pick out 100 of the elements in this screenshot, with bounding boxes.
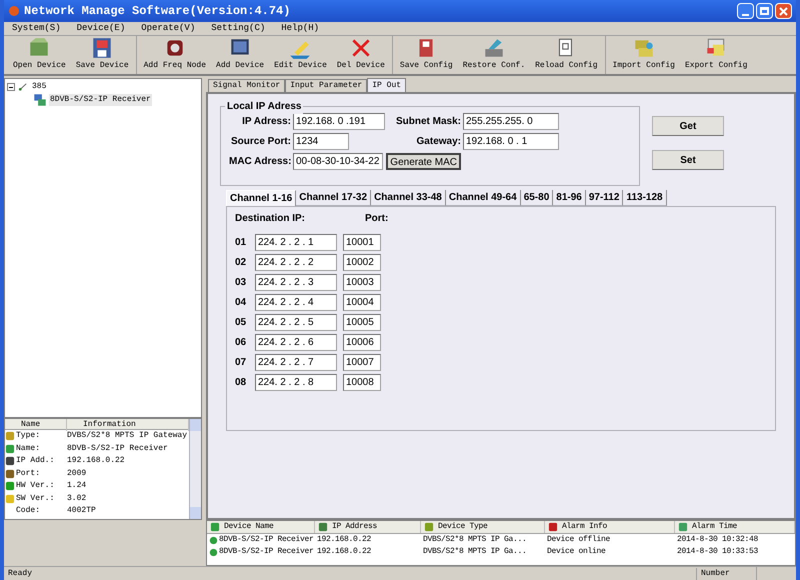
channel-tab[interactable]: Channel 1-16 — [226, 190, 296, 206]
input-field[interactable]: 224. 2 . 2 . 1 — [255, 234, 337, 251]
column-header: Port: — [365, 212, 388, 226]
table-cell-text: 1.24 — [67, 480, 88, 492]
row-number: 03 — [235, 276, 248, 290]
toolbar-button[interactable]: Del Device — [332, 36, 390, 74]
channel-tab[interactable]: Channel 49-64 — [446, 190, 521, 206]
table-cell: DVBS/S2*8 MPTS IP Ga... — [423, 534, 527, 546]
computer-icon — [33, 93, 47, 107]
status-text: Number — [696, 568, 756, 580]
input-field[interactable]: 00-08-30-10-34-22 — [293, 153, 384, 170]
table-cell: Port: — [16, 468, 40, 480]
field-label: MAC Adress: — [229, 155, 291, 169]
toolbar-button[interactable]: Import Config — [608, 36, 680, 74]
channel-tab[interactable]: 113-128 — [623, 190, 667, 206]
input-field[interactable]: 224. 2 . 2 . 6 — [255, 334, 337, 351]
menu-item[interactable]: Help(H) — [281, 22, 320, 36]
input-field[interactable]: 192.168. 0 .191 — [293, 113, 385, 130]
row-number: 07 — [235, 356, 248, 370]
channel-tab[interactable]: 81-96 — [553, 190, 586, 206]
tree-item[interactable]: 8DVB-S/S2-IP Receiver — [49, 94, 152, 106]
input-field[interactable]: 10001 — [343, 234, 381, 251]
tab[interactable]: Signal Monitor — [208, 79, 286, 92]
channel-tab[interactable]: 97-112 — [586, 190, 624, 206]
menu-item[interactable]: Setting(C) — [211, 22, 266, 36]
input-field[interactable]: 224. 2 . 2 . 8 — [255, 374, 337, 391]
column-header[interactable]: IP Address — [332, 521, 378, 533]
maximize-button[interactable] — [756, 3, 773, 19]
toolbar-button[interactable]: Open Device — [8, 36, 71, 74]
row-number: 02 — [235, 256, 248, 270]
input-field[interactable]: 10006 — [343, 334, 381, 351]
table-cell: HW Ver.: — [16, 480, 54, 492]
table-cell: Type: — [16, 430, 40, 442]
column-header[interactable]: Device Name — [224, 521, 274, 533]
generate-mac-button[interactable]: Generate MAC — [386, 153, 461, 170]
table-cell: 8DVB-S/S2-IP Receiver — [219, 546, 314, 558]
window-title: Network Manage Software(Version:4.74) — [24, 3, 290, 20]
input-field[interactable]: 192.168. 0 . 1 — [463, 133, 559, 150]
input-field[interactable]: 224. 2 . 2 . 7 — [255, 354, 337, 371]
minimize-button[interactable] — [737, 3, 754, 19]
menu-item[interactable]: System(S) — [12, 22, 61, 36]
tab[interactable]: Input Parameter — [285, 79, 368, 92]
table-cell: Device online — [547, 546, 606, 558]
row-number: 04 — [235, 296, 248, 310]
input-field[interactable]: 10008 — [343, 374, 381, 391]
column-header[interactable]: Device Type — [438, 521, 488, 533]
channel-tab[interactable]: Channel 33-48 — [371, 190, 446, 206]
table-cell-text: 8DVB-S/S2-IP Receiver — [67, 442, 169, 455]
input-field[interactable]: 10004 — [343, 294, 381, 311]
column-header: Destination IP: — [235, 212, 306, 226]
toolbar-button[interactable]: Save Device — [70, 36, 134, 74]
column-header[interactable]: Name — [5, 419, 67, 431]
table-cell: 2014-8-30 10:33:53 — [677, 546, 758, 558]
menu-item[interactable]: Operate(V) — [141, 22, 196, 36]
expander-icon[interactable] — [7, 83, 15, 91]
toolbar-button[interactable]: Add Freq Node — [138, 36, 212, 74]
tab[interactable]: IP Out — [367, 78, 406, 92]
channel-tab[interactable]: Channel 17-32 — [296, 190, 372, 206]
input-field[interactable]: 10002 — [343, 254, 381, 271]
tree-item[interactable]: 385 — [31, 81, 48, 93]
toolbar-button[interactable]: Save Config — [394, 36, 458, 74]
input-field[interactable]: 224. 2 . 2 . 4 — [255, 294, 337, 311]
group-title: Local IP Adress — [225, 99, 304, 114]
table-cell-text: DVBS/S2*8 MPTS IP Gateway — [67, 430, 188, 442]
toolbar-button[interactable]: Add Device — [211, 36, 270, 74]
column-header[interactable]: Alarm Info — [562, 521, 608, 533]
table-cell: 192.168.0.22 — [317, 546, 372, 558]
input-field[interactable]: 224. 2 . 2 . 2 — [255, 254, 337, 271]
toolbar-button[interactable]: Edit Device — [269, 36, 332, 74]
toolbar-button[interactable]: Reload Config — [530, 36, 603, 74]
table-cell: 2014-8-30 10:32:48 — [677, 534, 758, 546]
input-field[interactable]: 224. 2 . 2 . 3 — [255, 274, 337, 291]
input-field[interactable]: 1234 — [293, 133, 349, 150]
toolbar-button[interactable]: Export Config — [680, 36, 752, 74]
menu-item[interactable]: Device(E) — [76, 22, 126, 36]
action-button[interactable]: Get — [652, 116, 724, 136]
row-number: 08 — [235, 376, 248, 390]
close-icon — [779, 6, 788, 16]
field-label: Source Port: — [230, 135, 291, 149]
table-cell-text: 3.02 — [67, 492, 88, 505]
input-field[interactable]: 255.255.255. 0 — [463, 113, 559, 130]
channel-tab[interactable]: 65-80 — [520, 190, 554, 206]
action-button[interactable]: Set — [652, 150, 724, 170]
table-cell: IP Add.: — [16, 455, 54, 468]
close-button[interactable] — [775, 3, 792, 19]
column-header[interactable]: Alarm Time — [692, 521, 738, 533]
input-field[interactable]: 10007 — [343, 354, 381, 371]
input-field[interactable]: 10005 — [343, 314, 381, 331]
table-cell-text: 4002TP — [67, 505, 97, 518]
field-label: IP Adress: — [241, 115, 291, 129]
scrollbar[interactable] — [189, 419, 201, 519]
input-field[interactable]: 10003 — [343, 274, 381, 291]
table-cell: 192.168.0.22 — [317, 534, 372, 546]
toolbar-button[interactable]: Restore Conf. — [458, 36, 530, 74]
input-field[interactable]: 224. 2 . 2 . 5 — [255, 314, 337, 331]
network-icon — [17, 82, 29, 92]
field-label: Subnet Mask: — [394, 115, 461, 129]
table-cell-text: 2009 — [67, 468, 88, 480]
field-label: Gateway: — [416, 135, 461, 149]
status-text: Ready — [7, 568, 34, 580]
